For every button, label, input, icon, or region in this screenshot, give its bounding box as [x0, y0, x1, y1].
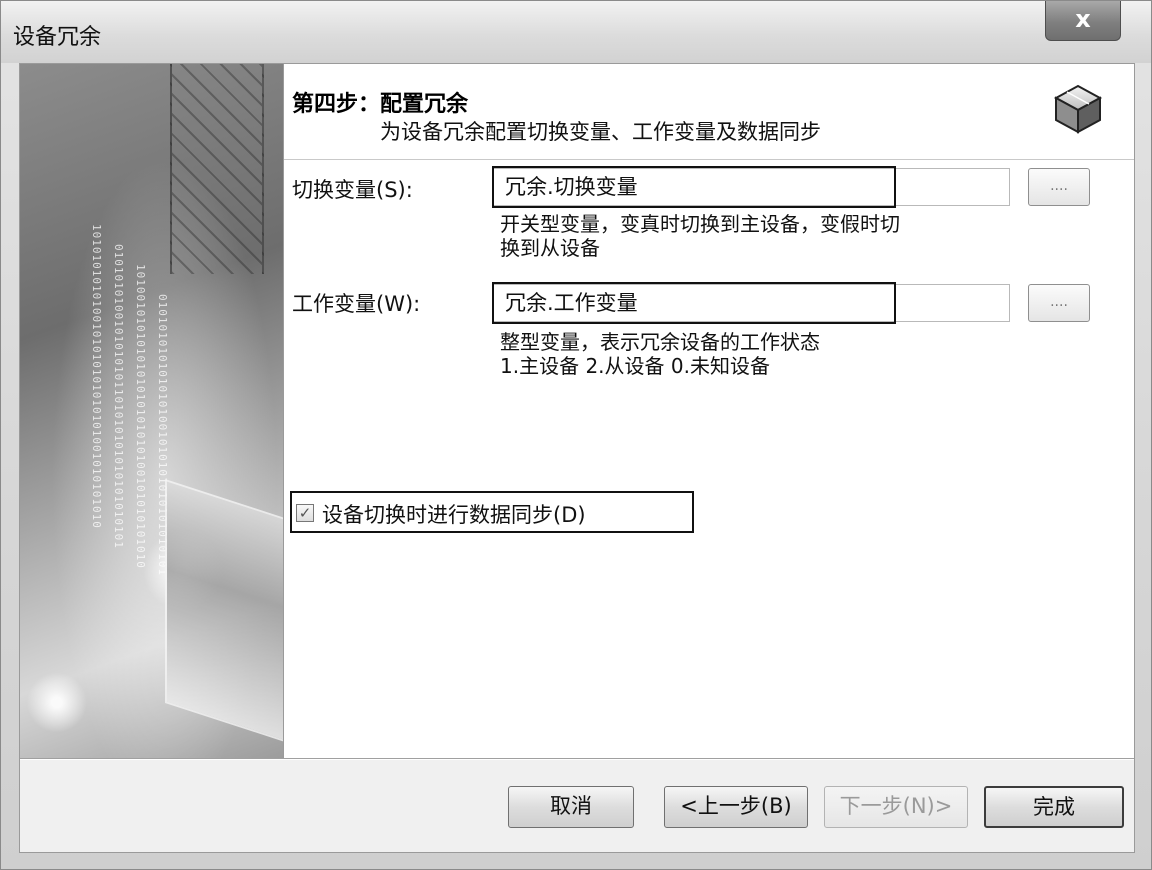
work-variable-label: 工作变量(W):	[292, 292, 421, 316]
work-variable-input[interactable]: 冗余.工作变量	[492, 284, 1010, 322]
cube-icon	[1053, 84, 1103, 134]
wizard-side-image: 1010101010100101010101010101001010101010…	[20, 64, 283, 758]
binary-stream-graphic: 1010010101010101010101010100101010101010	[134, 264, 147, 569]
data-sync-row[interactable]: ✓ 设备切换时进行数据同步(D)	[290, 491, 694, 533]
close-button[interactable]: x	[1045, 1, 1121, 41]
work-variable-browse-button[interactable]: ....	[1028, 284, 1090, 322]
data-sync-label: 设备切换时进行数据同步(D)	[322, 503, 586, 527]
step-content: 切换变量(S): 冗余.切换变量 .... 开关型变量，变真时切换到主设备，变假…	[284, 160, 1134, 758]
title-bar: 设备冗余 x	[1, 1, 1151, 63]
wizard-client-area: 1010101010100101010101010101001010101010…	[19, 63, 1135, 853]
switch-variable-browse-button[interactable]: ....	[1028, 168, 1090, 206]
switch-variable-hint: 开关型变量，变真时切换到主设备，变假时切 换到从设备	[500, 212, 900, 260]
close-icon: x	[1075, 5, 1091, 33]
footer-separator	[20, 758, 1134, 760]
back-button[interactable]: <上一步(B)	[664, 786, 808, 828]
tower-graphic	[170, 64, 264, 274]
work-variable-hint: 整型变量，表示冗余设备的工作状态 1.主设备 2.从设备 0.未知设备	[500, 330, 820, 378]
next-button[interactable]: 下一步(N)>	[824, 786, 968, 828]
wizard-window: 设备冗余 x 101010101010010101010101010100101…	[0, 0, 1152, 870]
step-description: 为设备冗余配置切换变量、工作变量及数据同步	[380, 120, 821, 144]
cancel-button[interactable]: 取消	[508, 786, 634, 828]
switch-variable-label: 切换变量(S):	[292, 178, 413, 202]
binary-stream-graphic: 0101010100101010101101010101010101010101	[112, 244, 125, 549]
switch-variable-input[interactable]: 冗余.切换变量	[492, 168, 1010, 206]
binary-stream-graphic: 1010101010100101010101010101001010101010	[90, 224, 103, 529]
step-header: 第四步：配置冗余 为设备冗余配置切换变量、工作变量及数据同步	[284, 64, 1134, 160]
device-panel-graphic	[165, 478, 283, 754]
finish-button[interactable]: 完成	[984, 786, 1124, 828]
step-title: 第四步：配置冗余	[292, 92, 469, 117]
checkmark-icon: ✓	[298, 504, 312, 522]
data-sync-checkbox[interactable]: ✓	[296, 504, 314, 522]
window-title: 设备冗余	[13, 25, 102, 50]
